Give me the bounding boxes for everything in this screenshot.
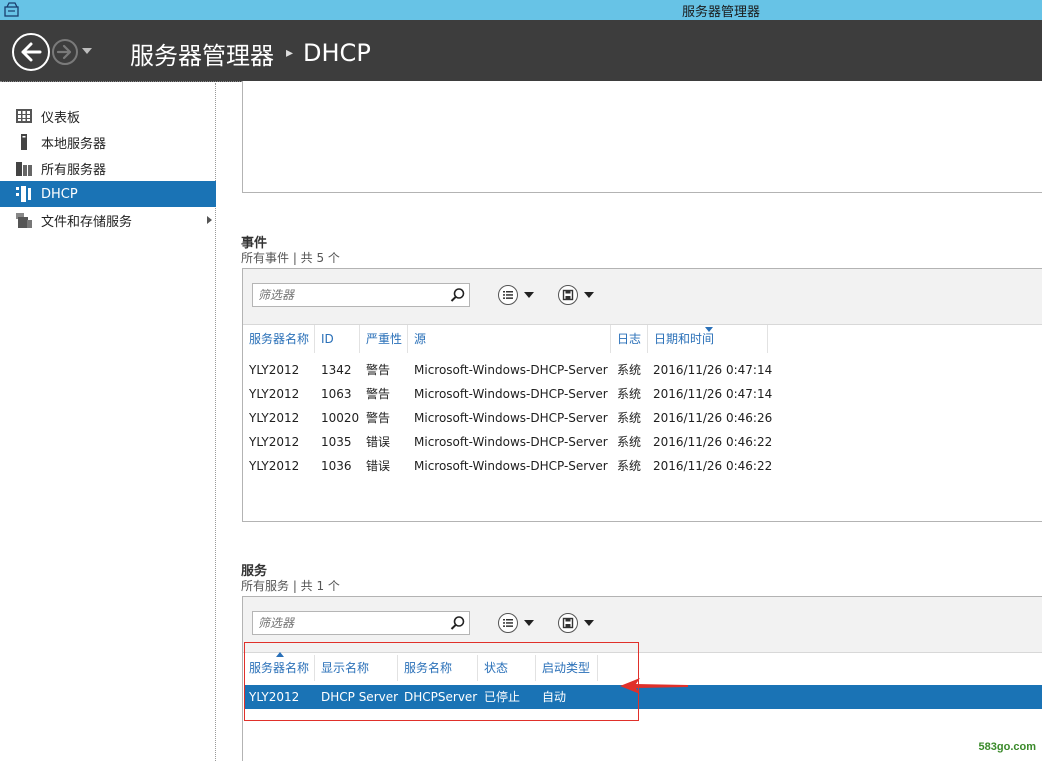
cell-log: 系统 [617, 459, 642, 473]
services-filter-input[interactable] [253, 612, 443, 634]
list-options-icon [498, 285, 518, 305]
dhcp-icon [16, 186, 32, 202]
events-view-options-button[interactable] [498, 285, 536, 307]
servers-icon [16, 160, 32, 176]
services-view-options-button[interactable] [498, 613, 536, 635]
cell-server: YLY2012 [249, 459, 300, 473]
chevron-down-icon [584, 620, 594, 626]
sidebar-item-all-servers[interactable]: 所有服务器 [0, 155, 216, 181]
table-row[interactable]: YLY2012 1035 错误 Microsoft-Windows-DHCP-S… [244, 430, 1042, 454]
list-options-icon [498, 613, 518, 633]
cell-source: Microsoft-Windows-DHCP-Server [414, 363, 608, 377]
sidebar-item-label: 所有服务器 [41, 162, 107, 178]
breadcrumb-current: DHCP [303, 39, 371, 67]
app-header: 服务器管理器 ▸ DHCP [0, 20, 1042, 82]
events-save-query-button[interactable] [558, 285, 596, 307]
window-titlebar: 服务器管理器 [0, 0, 1042, 20]
services-filter [252, 611, 470, 635]
forward-button[interactable] [52, 39, 78, 65]
cell-datetime: 2016/11/26 0:47:14 [653, 387, 773, 401]
sidebar-item-local-server[interactable]: 本地服务器 [0, 129, 216, 155]
cell-log: 系统 [617, 411, 642, 425]
cell-log: 系统 [617, 387, 642, 401]
events-filter-input[interactable] [253, 284, 443, 306]
cell-id: 1035 [321, 435, 352, 449]
cell-datetime: 2016/11/26 0:47:14 [653, 363, 773, 377]
breadcrumb-root[interactable]: 服务器管理器 [130, 36, 274, 71]
sidebar-item-dhcp[interactable]: DHCP [0, 181, 216, 207]
sidebar-item-dashboard[interactable]: 仪表板 [0, 103, 216, 129]
sidebar: 仪表板 本地服务器 所有服务器 DHCP 文件和存储服务 [0, 83, 216, 761]
cell-source: Microsoft-Windows-DHCP-Server [414, 459, 608, 473]
annotation-highlight-box [244, 642, 639, 721]
events-col-server-name[interactable]: 服务器名称 [243, 325, 315, 353]
breadcrumb: 服务器管理器 ▸ DHCP [130, 36, 371, 70]
table-row[interactable]: YLY2012 1342 警告 Microsoft-Windows-DHCP-S… [244, 358, 1042, 382]
arrow-left-icon [21, 42, 42, 62]
cell-severity: 错误 [366, 435, 391, 449]
cell-id: 10020 [321, 411, 360, 425]
events-col-log[interactable]: 日志 [611, 325, 648, 353]
sidebar-item-label: 文件和存储服务 [41, 214, 133, 230]
previous-panel [242, 81, 1042, 193]
events-col-id[interactable]: ID [315, 325, 360, 353]
search-icon[interactable] [450, 615, 466, 631]
events-filter [252, 283, 470, 307]
dashboard-icon [16, 108, 32, 124]
sidebar-item-label: DHCP [41, 186, 78, 202]
cell-source: Microsoft-Windows-DHCP-Server [414, 387, 608, 401]
cell-id: 1036 [321, 459, 352, 473]
arrow-right-icon [56, 44, 72, 60]
cell-severity: 警告 [366, 387, 391, 401]
sidebar-item-label: 本地服务器 [41, 136, 107, 152]
window-title: 服务器管理器 [681, 5, 760, 20]
annotation-arrow-icon [620, 678, 688, 694]
sidebar-item-label: 仪表板 [41, 110, 81, 126]
cell-datetime: 2016/11/26 0:46:22 [653, 435, 773, 449]
cell-server: YLY2012 [249, 363, 300, 377]
cell-datetime: 2016/11/26 0:46:26 [653, 411, 773, 425]
cell-log: 系统 [617, 435, 642, 449]
save-icon [558, 613, 578, 633]
breadcrumb-separator-icon: ▸ [286, 45, 294, 61]
cell-severity: 警告 [366, 411, 391, 425]
events-section-subtitle: 所有事件 | 共 5 个 [241, 251, 340, 265]
chevron-down-icon [584, 292, 594, 298]
sidebar-item-file-storage[interactable]: 文件和存储服务 [0, 207, 216, 233]
back-button[interactable] [12, 33, 50, 71]
cell-log: 系统 [617, 363, 642, 377]
sort-descending-icon [705, 327, 713, 332]
services-section-subtitle: 所有服务 | 共 1 个 [241, 579, 340, 593]
server-icon [16, 134, 32, 150]
save-icon [558, 285, 578, 305]
services-save-query-button[interactable] [558, 613, 596, 635]
cell-server: YLY2012 [249, 387, 300, 401]
table-row[interactable]: YLY2012 1036 错误 Microsoft-Windows-DHCP-S… [244, 454, 1042, 478]
events-col-severity[interactable]: 严重性 [360, 325, 408, 353]
cell-datetime: 2016/11/26 0:46:22 [653, 459, 773, 473]
cell-id: 1342 [321, 363, 352, 377]
chevron-down-icon [524, 292, 534, 298]
cell-server: YLY2012 [249, 435, 300, 449]
storage-icon [16, 212, 32, 228]
table-row[interactable]: YLY2012 1063 警告 Microsoft-Windows-DHCP-S… [244, 382, 1042, 406]
expand-arrow-icon[interactable] [207, 216, 212, 224]
watermark-text: 583go.com [978, 741, 1036, 753]
events-col-source[interactable]: 源 [408, 325, 611, 353]
cell-severity: 警告 [366, 363, 391, 377]
cell-source: Microsoft-Windows-DHCP-Server [414, 411, 608, 425]
events-toolbar [243, 269, 1042, 325]
cell-severity: 错误 [366, 459, 391, 473]
search-icon[interactable] [450, 287, 466, 303]
chevron-down-icon [524, 620, 534, 626]
events-panel: 服务器名称 ID 严重性 源 日志 日期和时间 YLY2012 1342 警告 … [242, 268, 1042, 522]
history-dropdown-icon[interactable] [82, 48, 92, 54]
table-row[interactable]: YLY2012 10020 警告 Microsoft-Windows-DHCP-… [244, 406, 1042, 430]
cell-server: YLY2012 [249, 411, 300, 425]
cell-source: Microsoft-Windows-DHCP-Server [414, 435, 608, 449]
cell-id: 1063 [321, 387, 352, 401]
